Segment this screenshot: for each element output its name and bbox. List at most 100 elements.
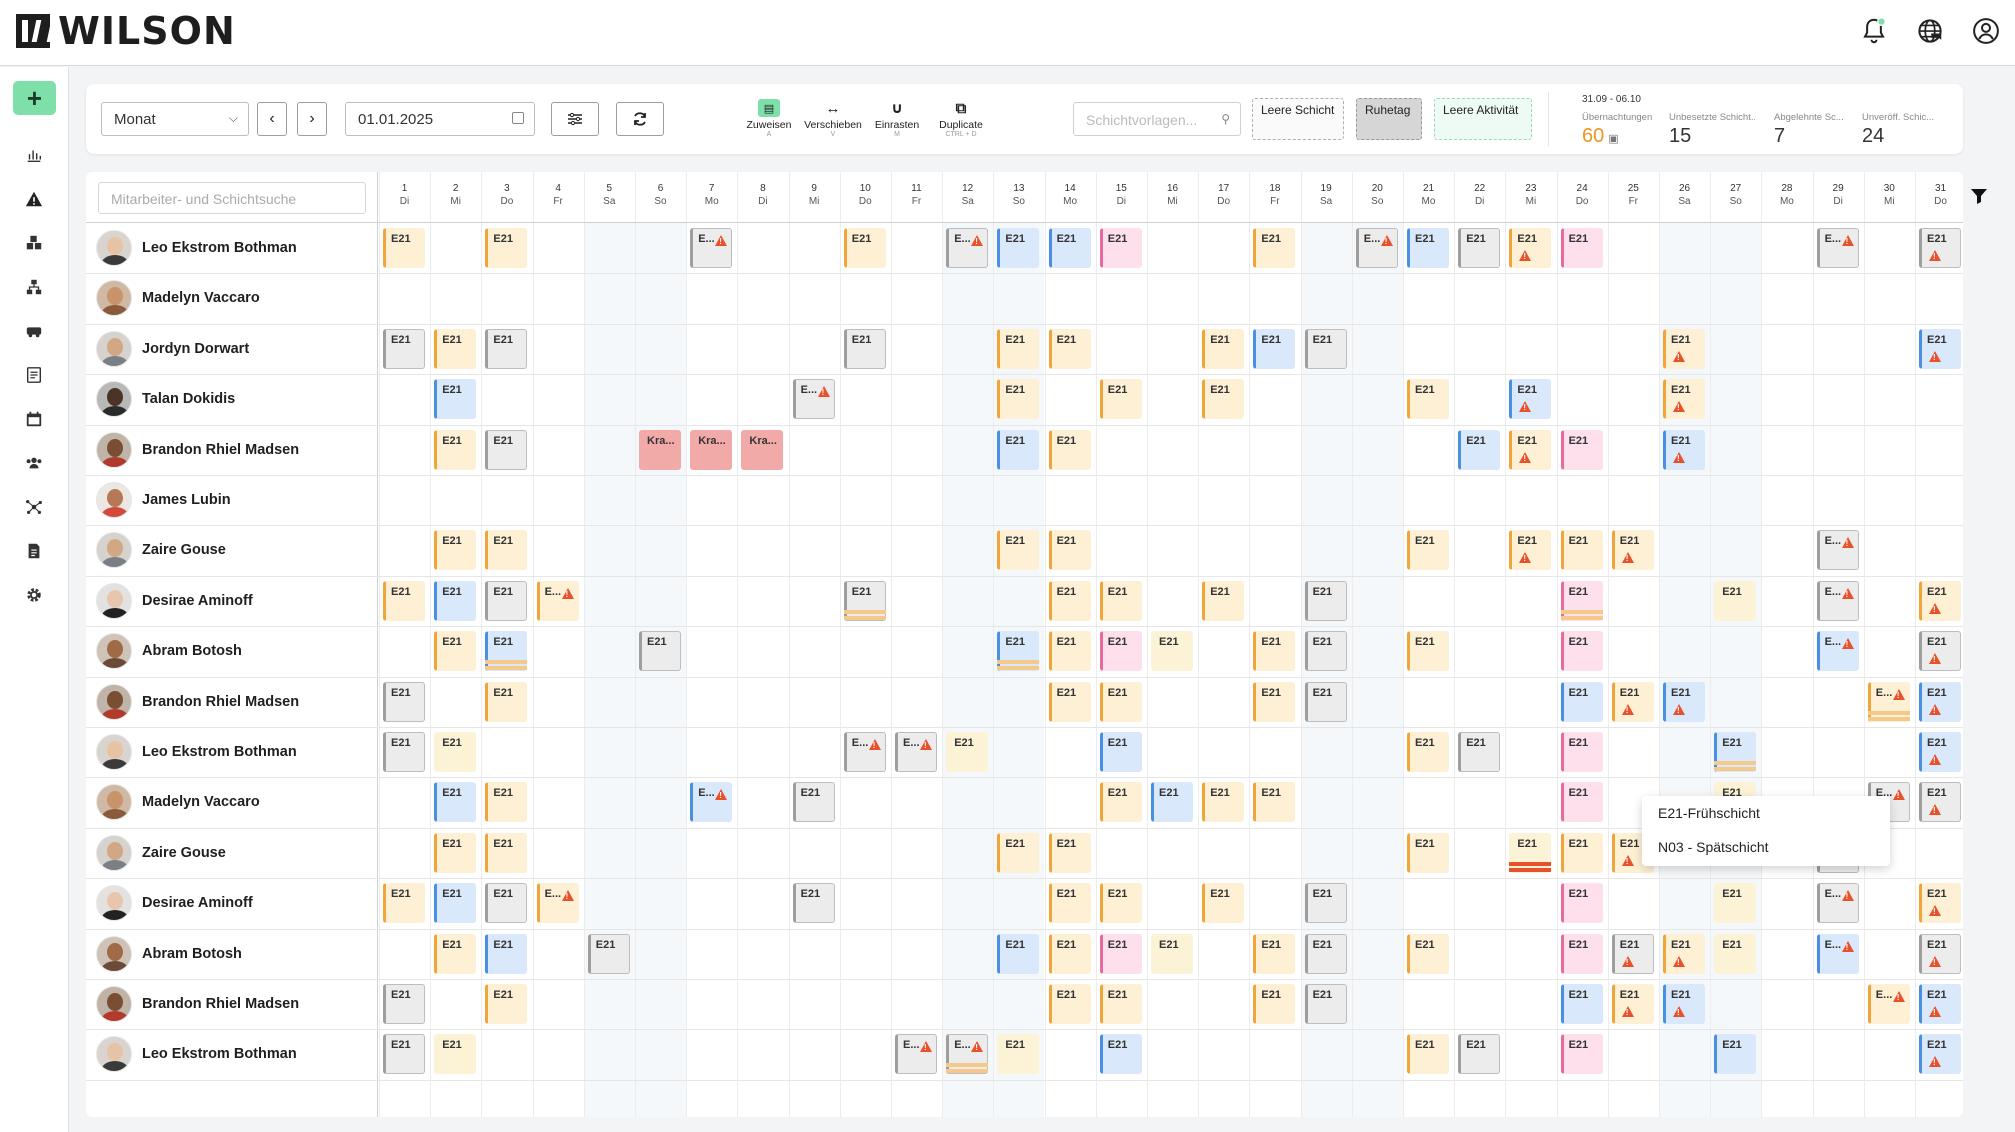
- shift-block[interactable]: E21: [1048, 883, 1091, 924]
- employee-row-header[interactable]: Madelyn Vaccaro: [96, 273, 260, 323]
- day-header[interactable]: 7 Mo: [686, 182, 737, 222]
- document-list-icon[interactable]: [24, 365, 44, 385]
- day-header[interactable]: 17 Do: [1198, 182, 1249, 222]
- shift-block[interactable]: E21: [485, 429, 528, 470]
- shift-block[interactable]: E21: [485, 631, 528, 672]
- shift-block[interactable]: E...: [792, 379, 835, 420]
- filter-icon[interactable]: [1969, 186, 1989, 206]
- shift-block[interactable]: E21: [1663, 933, 1705, 974]
- shift-block[interactable]: E21: [997, 379, 1040, 420]
- employee-row-header[interactable]: James Lubin: [96, 475, 231, 525]
- day-header[interactable]: 29 Di: [1813, 182, 1864, 222]
- shift-block[interactable]: E21: [383, 732, 425, 772]
- assign-action[interactable]: ▤ Zuweisen A: [734, 98, 804, 138]
- shift-block[interactable]: E21: [1202, 782, 1245, 823]
- shift-block[interactable]: E...: [946, 1034, 989, 1075]
- employee-search-input[interactable]: Mitarbeiter- und Schichtsuche: [98, 182, 366, 214]
- shift-block[interactable]: E21: [1611, 530, 1654, 571]
- shift-block[interactable]: E21: [1560, 732, 1603, 772]
- shift-block[interactable]: E21: [485, 328, 528, 369]
- shift-block[interactable]: E21: [383, 883, 425, 924]
- shift-block[interactable]: E21: [1714, 580, 1757, 621]
- shift-block[interactable]: E21: [1663, 328, 1705, 369]
- employee-row-header[interactable]: Abram Botosh: [96, 929, 242, 979]
- shift-block[interactable]: E21: [1099, 732, 1142, 772]
- shift-block[interactable]: E21: [434, 530, 477, 571]
- notification-bell-icon[interactable]: [1857, 14, 1891, 48]
- shift-block[interactable]: E21: [1099, 1034, 1142, 1075]
- shift-block[interactable]: E21: [639, 631, 681, 672]
- shift-block[interactable]: E...: [1816, 883, 1859, 924]
- employee-row-header[interactable]: Leo Ekstrom Bothman: [96, 1029, 297, 1079]
- shift-block[interactable]: E21: [1919, 883, 1961, 924]
- day-header[interactable]: 31 Do: [1915, 182, 1963, 222]
- shift-block[interactable]: E...: [690, 782, 733, 823]
- shift-block[interactable]: E...: [1867, 681, 1910, 722]
- shift-block[interactable]: E21: [1560, 681, 1603, 722]
- shift-block[interactable]: E21: [383, 1034, 425, 1075]
- org-structure-icon[interactable]: [24, 277, 44, 297]
- day-header[interactable]: 4 Fr: [533, 182, 584, 222]
- shift-block[interactable]: E21: [1509, 832, 1552, 873]
- shift-block[interactable]: Kra...: [690, 429, 733, 470]
- rest-day-chip[interactable]: Ruhetag: [1356, 98, 1422, 140]
- shift-block[interactable]: E21: [1151, 782, 1193, 823]
- shift-block[interactable]: E21: [1560, 1034, 1603, 1075]
- shift-block[interactable]: E21: [1560, 933, 1603, 974]
- shift-block[interactable]: E21: [843, 580, 886, 621]
- day-header[interactable]: 22 Di: [1454, 182, 1505, 222]
- shift-block[interactable]: E21: [1611, 984, 1654, 1024]
- move-action[interactable]: ↔ Verschieben V: [798, 98, 868, 139]
- shift-block[interactable]: E21: [1919, 732, 1961, 772]
- dropdown-item-early-shift[interactable]: E21-Frühschicht: [1642, 796, 1890, 830]
- shift-block[interactable]: E21: [997, 832, 1040, 873]
- shift-block[interactable]: E21: [1202, 580, 1245, 621]
- employee-row-header[interactable]: Zaire Gouse: [96, 525, 226, 575]
- shift-block[interactable]: E21: [1509, 228, 1552, 268]
- day-header[interactable]: 15 Di: [1096, 182, 1147, 222]
- shift-block[interactable]: E21: [1560, 984, 1603, 1024]
- employee-row-header[interactable]: Brandon Rhiel Madsen: [96, 425, 299, 475]
- shift-block[interactable]: E21: [485, 580, 528, 621]
- shift-block[interactable]: E21: [1919, 328, 1961, 369]
- shift-block[interactable]: E21: [383, 984, 425, 1024]
- shift-block[interactable]: E21: [1048, 328, 1091, 369]
- shift-block[interactable]: E21: [997, 1034, 1040, 1075]
- network-icon[interactable]: [24, 497, 44, 517]
- day-header[interactable]: 11 Fr: [891, 182, 942, 222]
- day-header[interactable]: 30 Mi: [1864, 182, 1915, 222]
- shift-block[interactable]: E21: [1560, 429, 1603, 470]
- shift-block[interactable]: E21: [1048, 984, 1091, 1024]
- shift-block[interactable]: E21: [1304, 984, 1347, 1024]
- shift-block[interactable]: E21: [997, 429, 1040, 470]
- shift-block[interactable]: E21: [1611, 933, 1654, 974]
- day-header[interactable]: 10 Do: [840, 182, 891, 222]
- shift-block[interactable]: E21: [1151, 631, 1193, 672]
- shift-block[interactable]: E21: [434, 732, 477, 772]
- shift-block[interactable]: E...: [1816, 228, 1859, 268]
- shift-block[interactable]: E...: [1816, 933, 1859, 974]
- shift-block[interactable]: E21: [434, 933, 477, 974]
- shift-block[interactable]: E21: [1714, 1034, 1757, 1075]
- shift-block[interactable]: E21: [1407, 379, 1449, 420]
- employee-row-header[interactable]: Leo Ekstrom Bothman: [96, 223, 297, 273]
- day-header[interactable]: 8 Di: [737, 182, 788, 222]
- shift-block[interactable]: E21: [843, 328, 886, 369]
- stat-overnights[interactable]: Übernachtungen 60 ▣: [1582, 112, 1668, 148]
- user-profile-icon[interactable]: [1969, 14, 2003, 48]
- shift-block[interactable]: E21: [1304, 681, 1347, 722]
- shift-block[interactable]: E21: [383, 228, 425, 268]
- language-globe-icon[interactable]: [1913, 14, 1947, 48]
- add-button[interactable]: +: [13, 81, 56, 115]
- employee-row-header[interactable]: Jordyn Dorwart: [96, 324, 249, 374]
- shift-block[interactable]: E21: [485, 782, 528, 823]
- stat-unassigned[interactable]: Unbesetzte Schicht... 15: [1669, 112, 1755, 148]
- shift-block[interactable]: E21: [1663, 429, 1705, 470]
- shift-block[interactable]: E...: [690, 228, 733, 268]
- empty-shift-chip[interactable]: Leere Schicht: [1252, 98, 1344, 140]
- shift-block[interactable]: E21: [383, 681, 425, 722]
- shift-block[interactable]: E21: [383, 580, 425, 621]
- shift-block[interactable]: E21: [1663, 681, 1705, 722]
- prev-period-button[interactable]: ‹: [257, 102, 287, 136]
- shift-block[interactable]: E21: [1048, 429, 1091, 470]
